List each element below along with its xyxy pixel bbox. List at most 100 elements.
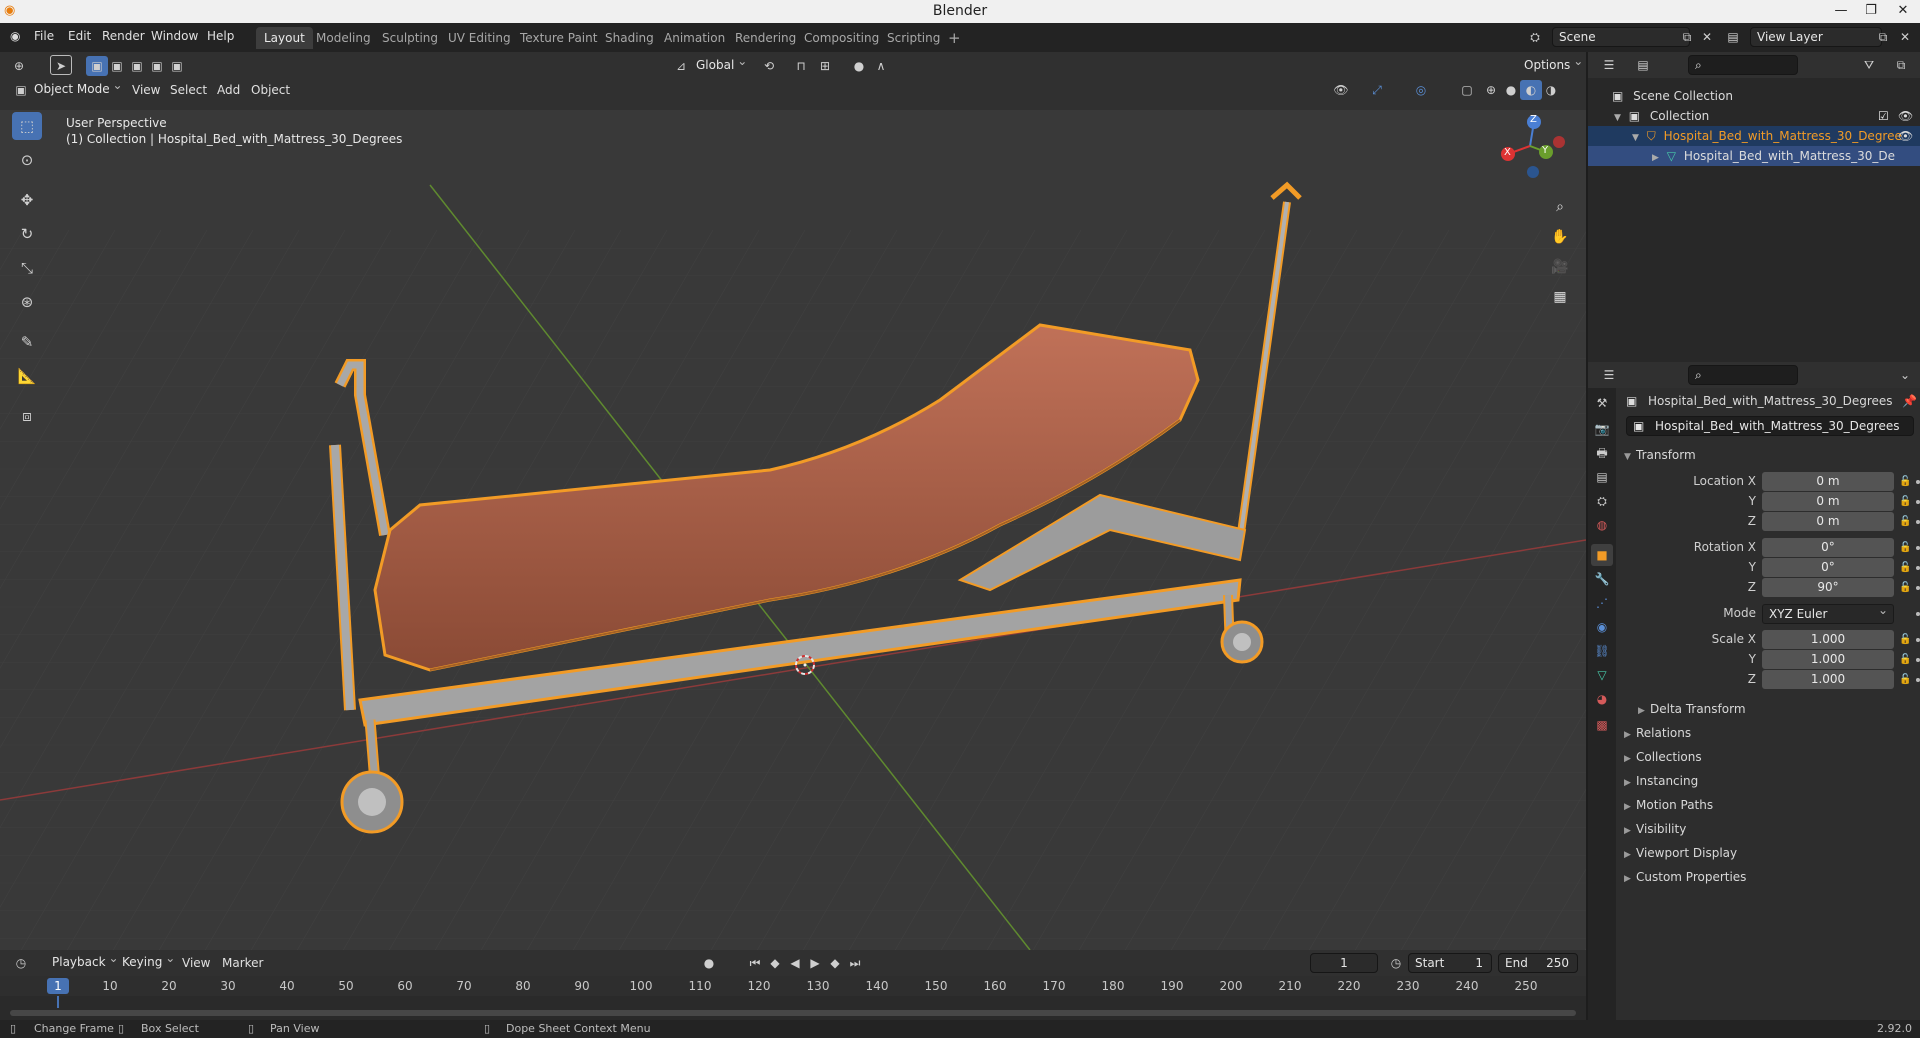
preview-range-icon[interactable]: ◷ [1385,953,1407,973]
gizmo-toggle-icon[interactable]: ⤢ [1366,80,1388,100]
falloff-icon[interactable]: ∧ [870,56,892,76]
tab-rendering[interactable]: Rendering [727,27,804,49]
prev-keyframe-icon[interactable]: ◆ [764,953,786,973]
current-frame-field[interactable]: 1 [1310,953,1378,973]
shading-rendered-icon[interactable]: ◑ [1540,80,1562,100]
lock-icon[interactable]: 🔓 [1899,496,1911,508]
new-collection-icon[interactable]: ⧉ [1890,55,1912,75]
visibility-panel-header[interactable]: ▶ Visibility [1624,822,1686,836]
collections-panel-header[interactable]: ▶ Collections [1624,750,1702,764]
shading-wireframe-icon[interactable]: ⊕ [1480,80,1502,100]
view-layer-browse-icon[interactable]: ▤ [1722,27,1744,47]
tab-compositing[interactable]: Compositing [796,27,887,49]
select-box-tool-icon[interactable]: ⬚ [12,112,42,140]
frame-start-field[interactable]: Start 1 [1408,953,1492,973]
add-cube-tool-icon[interactable]: ⧈ [12,402,42,430]
shading-material-icon[interactable]: ◐ [1520,80,1542,100]
blender-menu-icon[interactable]: ◉ [10,29,20,43]
shading-solid-icon[interactable]: ● [1500,80,1522,100]
tab-animation[interactable]: Animation [656,27,733,49]
render-tab-icon[interactable]: 📷 [1591,418,1613,440]
pivot-point-icon[interactable]: ⟲ [758,56,780,76]
lock-icon[interactable]: 🔓 [1899,562,1911,574]
snap-icon[interactable]: ⊓ [790,56,812,76]
viewport-menu-object[interactable]: Object [251,80,290,100]
expand-arrow-icon[interactable]: ▼ [1632,133,1639,143]
transform-orientation-dropdown[interactable]: Global [690,52,752,76]
visibility-eye-icon[interactable]: 👁 [1898,126,1913,146]
select-mode-extend-icon[interactable]: ▣ [106,56,128,76]
keyframe-dot[interactable] [1916,520,1920,524]
frame-end-field[interactable]: End 250 [1498,953,1578,973]
view-layer-field[interactable]: View Layer [1750,27,1882,47]
delta-transform-header[interactable]: ▶ Delta Transform [1638,702,1746,716]
output-tab-icon[interactable]: 🖶 [1591,442,1613,464]
rotation-z-field[interactable]: 90° [1762,578,1894,597]
select-tool-icon[interactable]: ➤ [50,55,72,75]
filter-icon[interactable]: ⛛ [1858,55,1880,75]
scale-tool-icon[interactable]: ⤡ [12,254,42,282]
pin-icon[interactable]: 📌 [1902,394,1917,408]
annotate-tool-icon[interactable]: ✎ [12,328,42,356]
scene-name-field[interactable]: Scene [1552,27,1690,47]
delete-view-layer-icon[interactable]: ✕ [1894,27,1916,47]
outliner-search-input[interactable]: ⌕ [1688,55,1798,75]
select-mode-new-icon[interactable]: ▣ [86,56,108,76]
rotation-y-field[interactable]: 0° [1762,558,1894,577]
scene-browse-icon[interactable]: ⛭ [1524,27,1546,47]
view-layer-tab-icon[interactable]: ▤ [1591,466,1613,488]
scene-tab-icon[interactable]: ⛭ [1591,490,1613,512]
play-icon[interactable]: ▶ [804,953,826,973]
outliner-editor-type-icon[interactable]: ☰ [1598,55,1620,75]
tab-scripting[interactable]: Scripting [879,27,948,49]
lock-icon[interactable]: 🔓 [1899,634,1911,646]
menu-window[interactable]: Window [151,29,198,43]
properties-search-input[interactable]: ⌕ [1688,365,1798,385]
modifiers-tab-icon[interactable]: 🔧 [1591,568,1613,590]
particles-tab-icon[interactable]: ⋰ [1591,592,1613,614]
minimize-button[interactable]: — [1826,0,1856,23]
zoom-icon[interactable]: ⌕ [1547,194,1573,220]
lock-icon[interactable]: 🔓 [1899,674,1911,686]
measure-tool-icon[interactable]: 📐 [12,362,42,390]
new-view-layer-icon[interactable]: ⧉ [1872,27,1894,47]
menu-help[interactable]: Help [207,29,234,43]
material-tab-icon[interactable]: ◕ [1591,688,1613,710]
object-tab-icon[interactable]: ■ [1591,544,1613,566]
tab-uv-editing[interactable]: UV Editing [440,27,519,49]
keyframe-dot[interactable] [1916,546,1920,550]
tab-modeling[interactable]: Modeling [308,27,379,49]
viewport-display-panel-header[interactable]: ▶ Viewport Display [1624,846,1737,860]
menu-render[interactable]: Render [102,29,145,43]
current-frame-indicator[interactable]: 1 [47,978,69,994]
next-keyframe-icon[interactable]: ◆ [824,953,846,973]
properties-options-icon[interactable]: ⌄ [1894,365,1916,385]
scale-z-field[interactable]: 1.000 [1762,670,1894,689]
outliner-row-mesh[interactable]: ▶ ▽ Hospital_Bed_with_Mattress_30_De [1588,146,1920,166]
viewport-menu-view[interactable]: View [132,80,160,100]
location-x-field[interactable]: 0 m [1762,472,1894,491]
constraints-tab-icon[interactable]: ⛓ [1591,640,1613,662]
add-workspace-button[interactable]: + [940,27,969,49]
lock-icon[interactable]: 🔓 [1899,582,1911,594]
select-mode-invert-icon[interactable]: ▣ [166,56,188,76]
timeline-marker-menu[interactable]: Marker [222,953,263,973]
timeline-playback-menu[interactable]: Playback [46,949,124,973]
camera-view-icon[interactable]: 🎥 [1547,254,1573,280]
ortho-toggle-icon[interactable]: ▦ [1547,284,1573,310]
world-tab-icon[interactable]: ◍ [1591,514,1613,536]
exclude-checkbox[interactable]: ☑ [1878,106,1889,126]
keyframe-dot[interactable] [1916,586,1920,590]
keyframe-dot[interactable] [1916,658,1920,662]
editor-type-icon[interactable]: ⊕ [8,56,30,76]
scale-x-field[interactable]: 1.000 [1762,630,1894,649]
lock-icon[interactable]: 🔓 [1899,476,1911,488]
keyframe-dot[interactable] [1916,638,1920,642]
tab-shading[interactable]: Shading [597,27,662,49]
mesh-data-tab-icon[interactable]: ▽ [1591,664,1613,686]
keyframe-dot[interactable] [1916,566,1920,570]
new-scene-icon[interactable]: ⧉ [1676,27,1698,47]
restore-button[interactable]: ❐ [1856,0,1886,23]
lock-icon[interactable]: 🔓 [1899,542,1911,554]
custom-properties-panel-header[interactable]: ▶ Custom Properties [1624,870,1746,884]
